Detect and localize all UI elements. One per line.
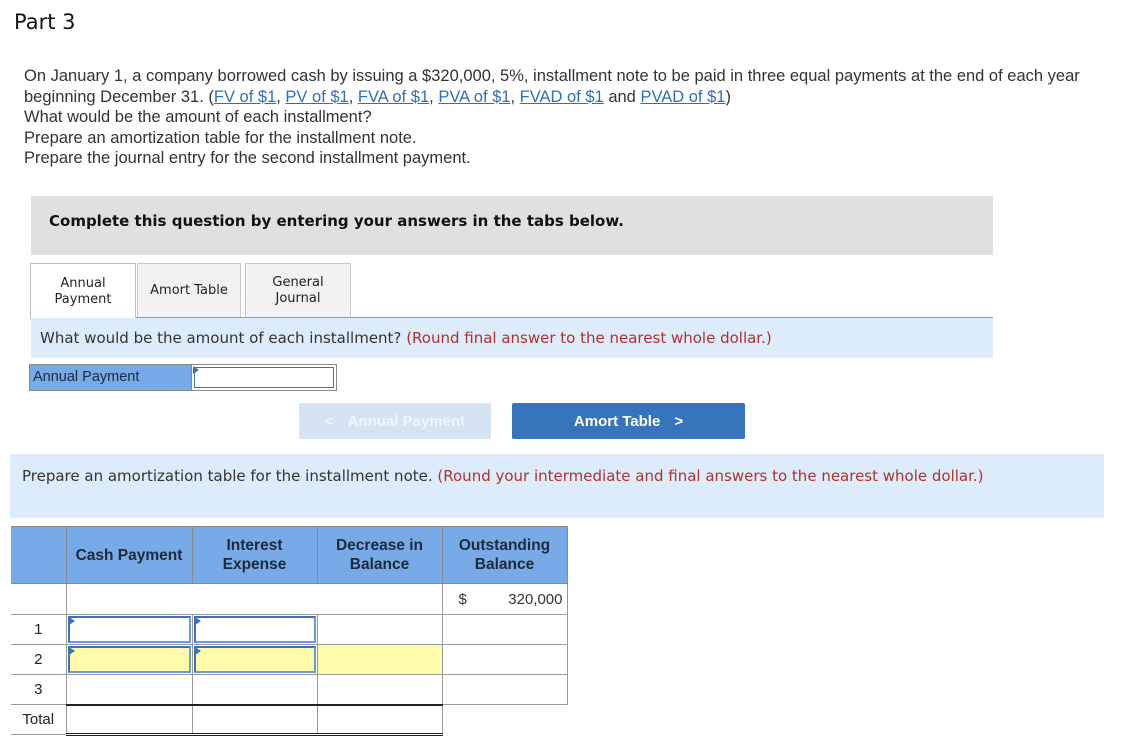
- instruction-text: Complete this question by entering your …: [49, 212, 624, 230]
- amortization-table: Cash Payment Interest Expense Decrease in…: [11, 526, 568, 736]
- row-label: [11, 583, 67, 615]
- prev-button-label: Annual Payment: [347, 412, 466, 430]
- row-label: 1: [11, 614, 67, 645]
- question-3: Prepare the journal entry for the second…: [24, 149, 471, 167]
- annual-payment-instructions: What would be the amount of each install…: [31, 318, 993, 358]
- problem-statement: On January 1, a company borrowed cash by…: [24, 66, 1114, 169]
- tab-label: Annual: [60, 275, 106, 291]
- annual-payment-question: What would be the amount of each install…: [40, 329, 402, 347]
- total-interest-expense-cell[interactable]: [191, 703, 318, 736]
- interest-expense-input-1[interactable]: [193, 616, 316, 643]
- tab-label: Amort Table: [150, 283, 228, 298]
- annual-payment-hint: (Round final answer to the nearest whole…: [406, 329, 772, 347]
- cash-payment-cell-3[interactable]: [65, 674, 193, 705]
- separator: and: [603, 87, 641, 106]
- header-cash-payment: Cash Payment: [65, 526, 193, 584]
- amort-table-instructions: Prepare an amortization table for the in…: [10, 454, 1104, 518]
- question-1: What would be the amount of each install…: [24, 108, 372, 126]
- table-total-row: Total: [11, 703, 567, 736]
- next-amort-table-button[interactable]: Amort Table >: [512, 403, 745, 439]
- amort-question: Prepare an amortization table for the in…: [22, 467, 433, 485]
- link-fvad-of-1[interactable]: FVAD of $1: [520, 88, 604, 106]
- cash-payment-cell: [65, 644, 193, 675]
- question-2: Prepare an amortization table for the in…: [24, 128, 417, 147]
- header-text: Expense: [222, 556, 287, 573]
- table-row: 2: [11, 644, 568, 675]
- table-header-row: Cash Payment Interest Expense Decrease in…: [11, 526, 568, 584]
- total-label: Total: [11, 704, 67, 735]
- header-text: Interest: [226, 537, 283, 554]
- annual-payment-label: Annual Payment: [29, 364, 191, 391]
- decrease-cell-2[interactable]: [316, 644, 443, 675]
- header-text: Decrease in: [335, 537, 424, 554]
- header-period: [11, 526, 67, 584]
- header-text: Outstanding: [458, 537, 551, 554]
- link-pv-of-1[interactable]: PV of $1: [285, 88, 348, 106]
- link-pva-of-1[interactable]: PVA of $1: [438, 88, 510, 106]
- chevron-right-icon: >: [674, 412, 684, 430]
- interest-expense-input-2[interactable]: [193, 646, 316, 673]
- balance-cell-1[interactable]: [441, 614, 568, 645]
- decrease-cell-3[interactable]: [316, 674, 443, 705]
- cash-payment-cell: [65, 614, 193, 645]
- tab-amort-table[interactable]: Amort Table: [137, 263, 241, 318]
- row-label: 2: [11, 644, 67, 675]
- separator: ): [725, 87, 731, 106]
- tab-label: Payment: [54, 291, 112, 307]
- row-label: 3: [11, 674, 67, 705]
- total-blank-cell: [442, 705, 567, 735]
- header-interest-expense: Interest Expense: [191, 526, 318, 584]
- header-outstanding-balance: Outstanding Balance: [441, 526, 568, 584]
- annual-payment-field-wrapper: [191, 364, 337, 391]
- link-fv-of-1[interactable]: FV of $1: [214, 88, 276, 106]
- amort-hint: (Round your intermediate and final answe…: [437, 467, 984, 485]
- tab-label: Journal: [275, 291, 321, 306]
- opening-balance-value: 320,000: [508, 590, 563, 608]
- cash-payment-input-2[interactable]: [67, 646, 191, 673]
- balance-cell-3[interactable]: [441, 674, 568, 705]
- part-title: Part 3: [14, 10, 76, 34]
- header-text: Balance: [349, 556, 410, 573]
- table-row: 1: [11, 614, 568, 645]
- currency-symbol: $: [458, 590, 467, 608]
- header-text: Balance: [474, 556, 535, 573]
- link-fva-of-1[interactable]: FVA of $1: [358, 88, 429, 106]
- total-cash-payment-cell[interactable]: [65, 703, 193, 736]
- total-decrease-cell[interactable]: [316, 703, 443, 736]
- opening-empty-cell: [65, 583, 443, 615]
- separator: ,: [429, 87, 439, 106]
- interest-expense-cell: [191, 614, 318, 645]
- annual-payment-input[interactable]: [194, 367, 334, 388]
- interest-expense-cell: [191, 644, 318, 675]
- separator: ,: [348, 87, 358, 106]
- chevron-left-icon: <: [324, 412, 334, 430]
- cash-payment-input-1[interactable]: [67, 616, 191, 643]
- tab-annual-payment[interactable]: Annual Payment: [30, 263, 136, 319]
- tab-label: General: [272, 275, 324, 290]
- balance-cell-2[interactable]: [441, 644, 568, 675]
- prev-annual-payment-button[interactable]: < Annual Payment: [299, 403, 491, 439]
- opening-balance-cell: $320,000: [441, 583, 568, 615]
- separator: ,: [510, 87, 520, 106]
- link-pvad-of-1[interactable]: PVAD of $1: [640, 88, 725, 106]
- header-text: Cash Payment: [75, 546, 183, 564]
- tab-general-journal[interactable]: General Journal: [245, 263, 351, 318]
- interest-expense-cell-3[interactable]: [191, 674, 318, 705]
- table-row: 3: [11, 674, 568, 705]
- table-row-opening: $320,000: [11, 583, 568, 615]
- instruction-bar: Complete this question by entering your …: [31, 196, 993, 255]
- header-decrease-in-balance: Decrease in Balance: [316, 526, 443, 584]
- next-button-label: Amort Table: [573, 412, 661, 430]
- decrease-cell-1[interactable]: [316, 614, 443, 645]
